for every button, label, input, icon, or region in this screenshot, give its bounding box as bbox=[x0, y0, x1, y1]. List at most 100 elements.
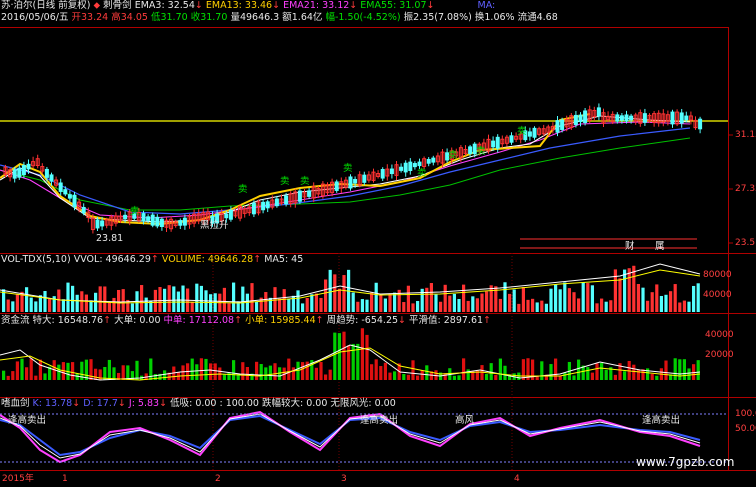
candle bbox=[629, 115, 634, 121]
flow-bar bbox=[34, 375, 38, 380]
flow-bar bbox=[425, 365, 429, 380]
volume-bar bbox=[572, 292, 576, 312]
volume-bar bbox=[264, 292, 268, 312]
volume-bar bbox=[342, 275, 346, 312]
candle bbox=[159, 218, 164, 228]
volume-bar bbox=[402, 302, 406, 312]
flow-bar bbox=[485, 373, 489, 380]
candle bbox=[555, 120, 560, 133]
low-buy: 低吸: 0.00 : 100.00 bbox=[170, 398, 259, 409]
candle bbox=[155, 216, 160, 227]
candle bbox=[560, 119, 565, 130]
sell-mark: 卖 bbox=[343, 163, 353, 174]
flow-bar bbox=[314, 367, 318, 380]
candle bbox=[399, 166, 404, 171]
flow-bar bbox=[696, 360, 700, 380]
volume-bar bbox=[195, 283, 199, 312]
candle bbox=[95, 219, 100, 229]
candle bbox=[284, 195, 289, 205]
flow-bar bbox=[222, 374, 226, 380]
month-label: 2 bbox=[215, 474, 221, 484]
kdj-mark: 逢高卖出 bbox=[360, 415, 399, 426]
flow-bar bbox=[273, 363, 277, 380]
volume-bar bbox=[650, 292, 654, 312]
flow-bar bbox=[199, 358, 203, 380]
flow-bar bbox=[71, 362, 75, 380]
candle bbox=[72, 194, 77, 208]
flow-bar bbox=[153, 374, 157, 380]
volume-bar bbox=[71, 285, 75, 312]
candle bbox=[583, 110, 588, 124]
candle bbox=[100, 220, 105, 227]
volume-bar bbox=[255, 301, 259, 312]
flow-bar bbox=[521, 359, 525, 380]
volume-bar bbox=[462, 284, 466, 312]
volume-bar bbox=[655, 284, 659, 312]
volume-bar bbox=[696, 283, 700, 312]
sell-mark: 卖 bbox=[238, 184, 248, 195]
volume-bar bbox=[429, 283, 433, 312]
flow-bar bbox=[301, 362, 305, 380]
flow-bar bbox=[204, 358, 208, 380]
kdj-header: 嗜血剑 K: 13.78↓ D: 17.7↓ J: 5.83↓ 低吸: 0.00… bbox=[1, 398, 396, 409]
volume-bar bbox=[480, 293, 484, 312]
kdj-title: 嗜血剑 bbox=[1, 398, 30, 409]
candle bbox=[261, 201, 266, 211]
flow-bar bbox=[462, 358, 466, 380]
flow-bar bbox=[572, 375, 576, 380]
volume-bar bbox=[94, 292, 98, 312]
volume-bar bbox=[452, 293, 456, 312]
flow-bar bbox=[232, 360, 236, 380]
flow-bar bbox=[2, 370, 6, 380]
volume-bar bbox=[544, 303, 548, 312]
flow-bar bbox=[264, 367, 268, 380]
volume-value: VOLUME: 49646.28 bbox=[161, 254, 254, 265]
volume-bar bbox=[503, 282, 507, 312]
volume-bar bbox=[103, 286, 107, 312]
volume-bar bbox=[43, 290, 47, 312]
flow-bar bbox=[673, 358, 677, 380]
power-marker[interactable]: 属 bbox=[655, 241, 665, 253]
flow-bar bbox=[324, 374, 328, 380]
flow-bar bbox=[411, 360, 415, 380]
candle bbox=[67, 194, 72, 199]
volume-bar bbox=[181, 285, 185, 312]
flow-bar bbox=[416, 375, 420, 380]
volume-bar bbox=[526, 299, 530, 312]
month-label: 4 bbox=[514, 474, 520, 484]
flow-bar bbox=[590, 372, 594, 380]
vol-tick: 80000 bbox=[703, 270, 732, 280]
flow-bar bbox=[43, 373, 47, 380]
flow-bar bbox=[498, 358, 502, 380]
flow-bar bbox=[494, 374, 498, 380]
flow-bar bbox=[121, 365, 125, 380]
low-price-label: 23.81 bbox=[96, 233, 124, 244]
price-tick: 27.33 bbox=[735, 184, 756, 194]
volume-bar bbox=[406, 285, 410, 312]
volume-bar bbox=[471, 296, 475, 312]
flow-bar bbox=[646, 368, 650, 380]
flow-bar bbox=[406, 374, 410, 380]
kdj-mark: 高风 bbox=[455, 415, 475, 426]
finance-marker[interactable]: 财 bbox=[625, 241, 635, 253]
volume-bar bbox=[664, 294, 668, 312]
volume-bar bbox=[577, 298, 581, 312]
candle bbox=[380, 168, 385, 179]
volume-bar bbox=[590, 285, 594, 312]
wuxian: 无限风光: 0.00 bbox=[330, 398, 396, 409]
flow-bar bbox=[259, 364, 263, 380]
volume-bar bbox=[98, 286, 102, 312]
candle bbox=[150, 214, 155, 226]
volume-bar bbox=[485, 291, 489, 312]
candle bbox=[698, 118, 703, 130]
candle bbox=[426, 158, 431, 164]
candle bbox=[17, 167, 22, 178]
flow-bar bbox=[365, 334, 369, 380]
vol-title: VOL-TDX(5,10) bbox=[1, 254, 71, 265]
month-label: 3 bbox=[341, 474, 347, 484]
flow-bar bbox=[190, 358, 194, 380]
flow-bar bbox=[291, 367, 295, 380]
flow-bar bbox=[255, 361, 259, 380]
candle bbox=[684, 115, 689, 121]
flow-bar bbox=[84, 359, 88, 380]
